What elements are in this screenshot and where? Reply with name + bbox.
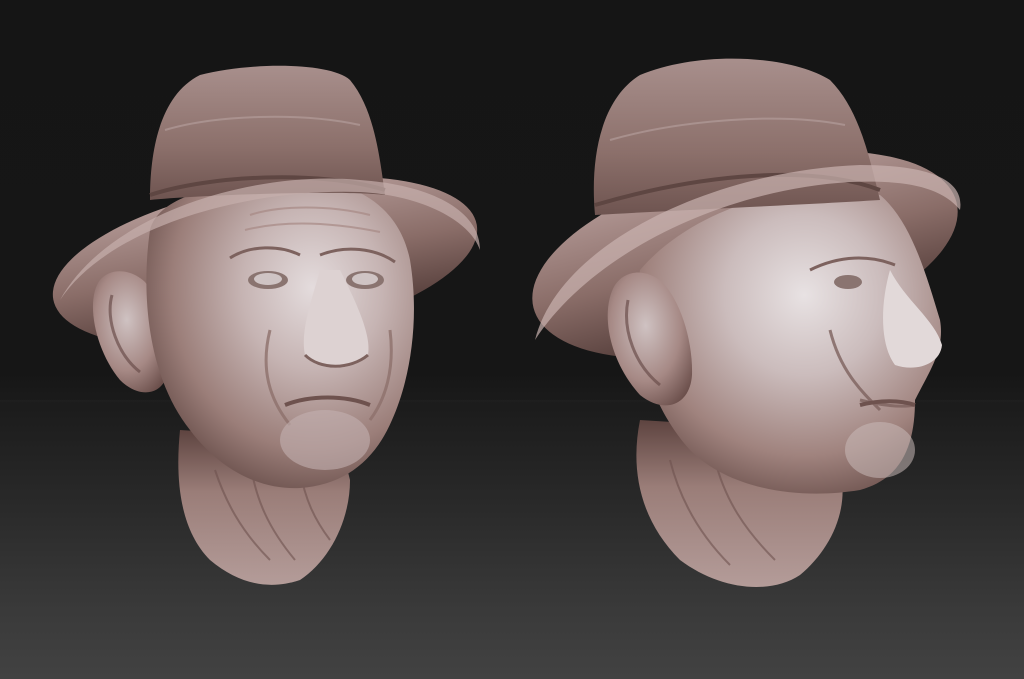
- sculpt-bust-right: [532, 58, 961, 587]
- eye-right: [834, 275, 862, 289]
- sculpt-render: [52, 58, 961, 587]
- sculpt-bust-left: [52, 65, 480, 585]
- viewport-canvas: #9b7e79: [0, 0, 1024, 679]
